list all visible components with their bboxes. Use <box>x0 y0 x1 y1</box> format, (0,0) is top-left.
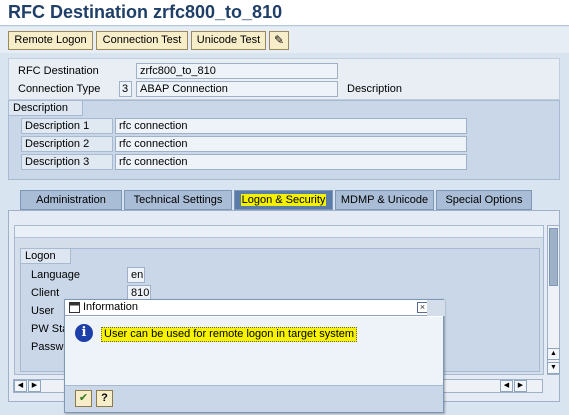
scroll-down-icon[interactable]: ▼ <box>547 362 560 374</box>
scroll-up-icon[interactable]: ▲ <box>547 348 560 360</box>
dialog-title-bar: Information × <box>65 300 445 316</box>
ok-check-icon[interactable]: ✔ <box>75 390 92 407</box>
header-fields: RFC Destination zrfc800_to_810 Connectio… <box>8 58 560 100</box>
description-group: Description Description 1 rfc connection… <box>8 100 560 180</box>
dialog-body: i User can be used for remote logon in t… <box>65 317 443 385</box>
language-field[interactable]: en <box>127 267 145 283</box>
scroll-right-icon[interactable]: ▶ <box>28 380 41 392</box>
tab-logon-security-label: Logon & Security <box>240 194 327 206</box>
dialog-corner <box>427 300 445 316</box>
user-label: User <box>31 305 55 317</box>
tab-technical-settings[interactable]: Technical Settings <box>124 190 232 210</box>
panel-strip <box>15 226 543 238</box>
language-label: Language <box>31 269 80 281</box>
dialog-title: Information <box>83 301 139 313</box>
rfc-destination-label: RFC Destination <box>18 65 99 77</box>
tab-special-options[interactable]: Special Options <box>436 190 532 210</box>
connection-type-label: Connection Type <box>18 83 101 95</box>
password-label: Passw <box>31 341 64 353</box>
dialog-message: User can be used for remote logon in tar… <box>101 327 358 342</box>
description-2-field[interactable]: rfc connection <box>115 136 467 152</box>
description-label: Description <box>347 83 403 95</box>
scroll-end-left-icon[interactable]: ◀ <box>500 380 513 392</box>
tab-administration[interactable]: Administration <box>20 190 122 210</box>
tab-strip: Administration Technical Settings Logon … <box>8 190 560 210</box>
description-3-label: Description 3 <box>21 154 113 170</box>
description-1-field[interactable]: rfc connection <box>115 118 467 134</box>
description-group-title: Description <box>9 101 84 116</box>
page-title: RFC Destination zrfc800_to_810 <box>8 2 283 22</box>
description-3-field[interactable]: rfc connection <box>115 154 467 170</box>
description-1-label: Description 1 <box>21 118 113 134</box>
tab-mdmp-unicode[interactable]: MDMP & Unicode <box>335 190 434 210</box>
connection-type-field[interactable]: 3 <box>119 81 132 97</box>
scroll-thumb[interactable] <box>549 228 558 286</box>
logon-group-title: Logon <box>21 249 71 264</box>
tab-logon-security[interactable]: Logon & Security <box>234 190 333 210</box>
vertical-scrollbar[interactable]: ▲ ▼ <box>547 225 560 375</box>
window-icon <box>69 302 80 313</box>
dialog-footer: ✔ ? <box>65 385 443 412</box>
information-dialog: Information × i User can be used for rem… <box>64 299 445 413</box>
scroll-end-right-icon[interactable]: ▶ <box>514 380 527 392</box>
application-toolbar: Remote Logon Connection Test Unicode Tes… <box>0 27 569 53</box>
connection-test-button[interactable]: Connection Test <box>96 31 188 50</box>
info-icon: i <box>75 324 93 342</box>
scroll-left-icon[interactable]: ◀ <box>14 380 27 392</box>
edit-icon[interactable]: ✎ <box>269 31 289 50</box>
client-label: Client <box>31 287 60 299</box>
pw-status-label: PW Sta <box>31 323 69 335</box>
title-bar: RFC Destination zrfc800_to_810 <box>0 0 569 26</box>
connection-type-text: ABAP Connection <box>136 81 338 97</box>
rfc-destination-field[interactable]: zrfc800_to_810 <box>136 63 338 79</box>
help-icon[interactable]: ? <box>96 390 113 407</box>
description-2-label: Description 2 <box>21 136 113 152</box>
remote-logon-button[interactable]: Remote Logon <box>8 31 93 50</box>
unicode-test-button[interactable]: Unicode Test <box>191 31 266 50</box>
